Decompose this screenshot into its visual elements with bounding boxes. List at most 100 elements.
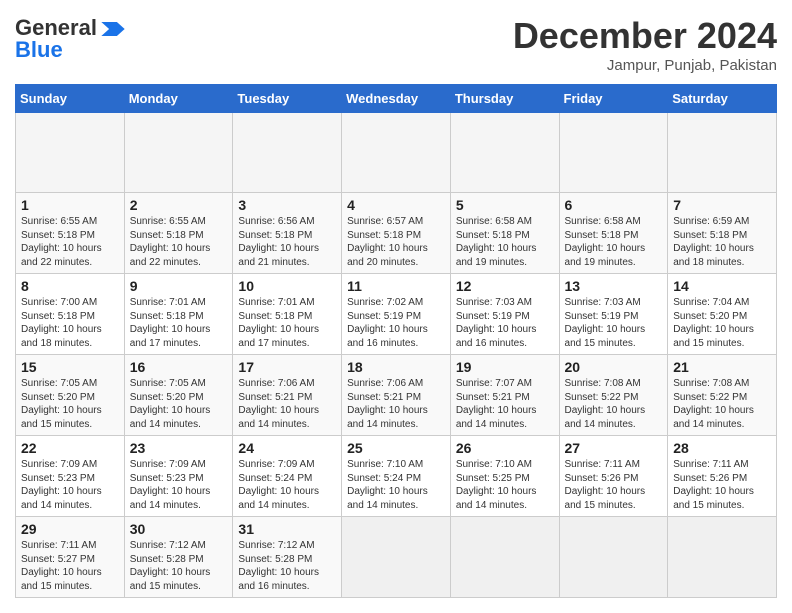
day-number: 23: [130, 440, 228, 456]
day-number: 6: [565, 197, 663, 213]
day-number: 17: [238, 359, 336, 375]
calendar-cell: 5 Sunrise: 6:58 AMSunset: 5:18 PMDayligh…: [450, 193, 559, 274]
week-row-2: 8 Sunrise: 7:00 AMSunset: 5:18 PMDayligh…: [16, 274, 777, 355]
calendar-cell: [342, 113, 451, 193]
logo: General Blue: [15, 15, 127, 63]
calendar-cell: [342, 517, 451, 598]
day-number: 9: [130, 278, 228, 294]
calendar-cell: 3 Sunrise: 6:56 AMSunset: 5:18 PMDayligh…: [233, 193, 342, 274]
cell-info: Sunrise: 7:01 AMSunset: 5:18 PMDaylight:…: [130, 297, 211, 349]
calendar-cell: [124, 113, 233, 193]
cell-info: Sunrise: 7:08 AMSunset: 5:22 PMDaylight:…: [673, 378, 754, 430]
calendar-cell: 1 Sunrise: 6:55 AMSunset: 5:18 PMDayligh…: [16, 193, 125, 274]
day-number: 10: [238, 278, 336, 294]
day-number: 12: [456, 278, 554, 294]
calendar-cell: 24 Sunrise: 7:09 AMSunset: 5:24 PMDaylig…: [233, 436, 342, 517]
cell-info: Sunrise: 6:55 AMSunset: 5:18 PMDaylight:…: [130, 216, 211, 268]
day-number: 13: [565, 278, 663, 294]
calendar-cell: [559, 113, 668, 193]
day-number: 5: [456, 197, 554, 213]
cell-info: Sunrise: 7:10 AMSunset: 5:25 PMDaylight:…: [456, 459, 537, 511]
cell-info: Sunrise: 7:07 AMSunset: 5:21 PMDaylight:…: [456, 378, 537, 430]
calendar-cell: 15 Sunrise: 7:05 AMSunset: 5:20 PMDaylig…: [16, 355, 125, 436]
logo-blue: Blue: [15, 37, 63, 63]
col-header-thursday: Thursday: [450, 85, 559, 113]
calendar-cell: 25 Sunrise: 7:10 AMSunset: 5:24 PMDaylig…: [342, 436, 451, 517]
day-number: 28: [673, 440, 771, 456]
calendar-cell: 18 Sunrise: 7:06 AMSunset: 5:21 PMDaylig…: [342, 355, 451, 436]
day-number: 4: [347, 197, 445, 213]
location: Jampur, Punjab, Pakistan: [513, 57, 777, 74]
cell-info: Sunrise: 7:03 AMSunset: 5:19 PMDaylight:…: [565, 297, 646, 349]
week-row-1: 1 Sunrise: 6:55 AMSunset: 5:18 PMDayligh…: [16, 193, 777, 274]
cell-info: Sunrise: 7:11 AMSunset: 5:27 PMDaylight:…: [21, 540, 102, 592]
calendar-cell: 7 Sunrise: 6:59 AMSunset: 5:18 PMDayligh…: [668, 193, 777, 274]
col-header-wednesday: Wednesday: [342, 85, 451, 113]
cell-info: Sunrise: 6:59 AMSunset: 5:18 PMDaylight:…: [673, 216, 754, 268]
cell-info: Sunrise: 7:05 AMSunset: 5:20 PMDaylight:…: [21, 378, 102, 430]
calendar-cell: [233, 113, 342, 193]
calendar-table: SundayMondayTuesdayWednesdayThursdayFrid…: [15, 84, 777, 598]
day-number: 21: [673, 359, 771, 375]
cell-info: Sunrise: 7:11 AMSunset: 5:26 PMDaylight:…: [565, 459, 646, 511]
cell-info: Sunrise: 6:58 AMSunset: 5:18 PMDaylight:…: [456, 216, 537, 268]
cell-info: Sunrise: 7:03 AMSunset: 5:19 PMDaylight:…: [456, 297, 537, 349]
cell-info: Sunrise: 7:09 AMSunset: 5:23 PMDaylight:…: [21, 459, 102, 511]
calendar-cell: 20 Sunrise: 7:08 AMSunset: 5:22 PMDaylig…: [559, 355, 668, 436]
calendar-cell: 19 Sunrise: 7:07 AMSunset: 5:21 PMDaylig…: [450, 355, 559, 436]
cell-info: Sunrise: 7:12 AMSunset: 5:28 PMDaylight:…: [130, 540, 211, 592]
day-number: 11: [347, 278, 445, 294]
cell-info: Sunrise: 7:00 AMSunset: 5:18 PMDaylight:…: [21, 297, 102, 349]
calendar-cell: 30 Sunrise: 7:12 AMSunset: 5:28 PMDaylig…: [124, 517, 233, 598]
week-row-4: 22 Sunrise: 7:09 AMSunset: 5:23 PMDaylig…: [16, 436, 777, 517]
page-header: General Blue December 2024 Jampur, Punja…: [15, 15, 777, 74]
col-header-sunday: Sunday: [16, 85, 125, 113]
calendar-cell: 11 Sunrise: 7:02 AMSunset: 5:19 PMDaylig…: [342, 274, 451, 355]
calendar-cell: 10 Sunrise: 7:01 AMSunset: 5:18 PMDaylig…: [233, 274, 342, 355]
cell-info: Sunrise: 6:58 AMSunset: 5:18 PMDaylight:…: [565, 216, 646, 268]
calendar-cell: 6 Sunrise: 6:58 AMSunset: 5:18 PMDayligh…: [559, 193, 668, 274]
calendar-cell: 31 Sunrise: 7:12 AMSunset: 5:28 PMDaylig…: [233, 517, 342, 598]
week-row-5: 29 Sunrise: 7:11 AMSunset: 5:27 PMDaylig…: [16, 517, 777, 598]
day-number: 22: [21, 440, 119, 456]
day-number: 26: [456, 440, 554, 456]
calendar-cell: 4 Sunrise: 6:57 AMSunset: 5:18 PMDayligh…: [342, 193, 451, 274]
calendar-cell: 2 Sunrise: 6:55 AMSunset: 5:18 PMDayligh…: [124, 193, 233, 274]
cell-info: Sunrise: 7:11 AMSunset: 5:26 PMDaylight:…: [673, 459, 754, 511]
week-row-3: 15 Sunrise: 7:05 AMSunset: 5:20 PMDaylig…: [16, 355, 777, 436]
calendar-cell: 13 Sunrise: 7:03 AMSunset: 5:19 PMDaylig…: [559, 274, 668, 355]
day-number: 31: [238, 521, 336, 537]
cell-info: Sunrise: 7:02 AMSunset: 5:19 PMDaylight:…: [347, 297, 428, 349]
calendar-cell: 23 Sunrise: 7:09 AMSunset: 5:23 PMDaylig…: [124, 436, 233, 517]
calendar-cell: [450, 113, 559, 193]
title-block: December 2024 Jampur, Punjab, Pakistan: [513, 15, 777, 74]
cell-info: Sunrise: 6:55 AMSunset: 5:18 PMDaylight:…: [21, 216, 102, 268]
calendar-cell: [668, 113, 777, 193]
calendar-cell: 16 Sunrise: 7:05 AMSunset: 5:20 PMDaylig…: [124, 355, 233, 436]
day-number: 20: [565, 359, 663, 375]
day-number: 29: [21, 521, 119, 537]
calendar-cell: 26 Sunrise: 7:10 AMSunset: 5:25 PMDaylig…: [450, 436, 559, 517]
day-number: 16: [130, 359, 228, 375]
col-header-tuesday: Tuesday: [233, 85, 342, 113]
day-number: 18: [347, 359, 445, 375]
calendar-cell: 12 Sunrise: 7:03 AMSunset: 5:19 PMDaylig…: [450, 274, 559, 355]
day-number: 25: [347, 440, 445, 456]
day-number: 30: [130, 521, 228, 537]
calendar-cell: 14 Sunrise: 7:04 AMSunset: 5:20 PMDaylig…: [668, 274, 777, 355]
week-row-0: [16, 113, 777, 193]
day-number: 14: [673, 278, 771, 294]
day-number: 15: [21, 359, 119, 375]
day-number: 7: [673, 197, 771, 213]
cell-info: Sunrise: 7:08 AMSunset: 5:22 PMDaylight:…: [565, 378, 646, 430]
cell-info: Sunrise: 7:05 AMSunset: 5:20 PMDaylight:…: [130, 378, 211, 430]
cell-info: Sunrise: 7:06 AMSunset: 5:21 PMDaylight:…: [347, 378, 428, 430]
calendar-cell: [450, 517, 559, 598]
cell-info: Sunrise: 6:56 AMSunset: 5:18 PMDaylight:…: [238, 216, 319, 268]
day-number: 24: [238, 440, 336, 456]
calendar-cell: 22 Sunrise: 7:09 AMSunset: 5:23 PMDaylig…: [16, 436, 125, 517]
calendar-cell: 27 Sunrise: 7:11 AMSunset: 5:26 PMDaylig…: [559, 436, 668, 517]
calendar-cell: [16, 113, 125, 193]
calendar-cell: 21 Sunrise: 7:08 AMSunset: 5:22 PMDaylig…: [668, 355, 777, 436]
logo-icon: [99, 22, 127, 36]
